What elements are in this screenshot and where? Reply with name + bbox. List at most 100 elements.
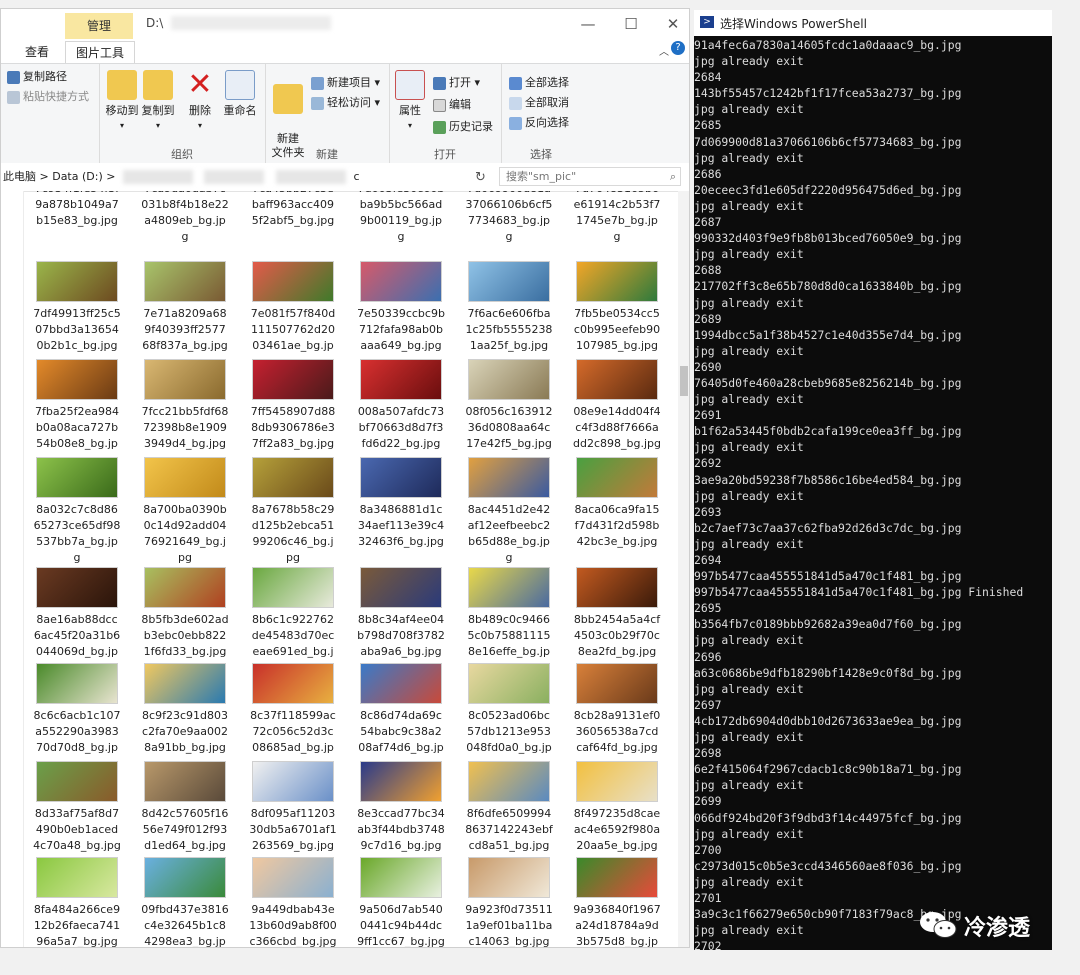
history-button[interactable]: 历史记录: [433, 118, 493, 136]
file-item[interactable]: 7fcc21bb5fdf6872398b8e19093949d4_bg.jpg: [135, 359, 235, 452]
file-item[interactable]: 9a936840f1967a24d18784a9d3b575d8_bg.jpg: [567, 857, 667, 947]
maximize-button[interactable]: ☐: [616, 13, 646, 35]
file-item[interactable]: 8c6c6acb1c107a552290a398370d70d8_bg.jpg: [27, 663, 127, 772]
file-item[interactable]: 8d42c57605f1656e749f012f93d1ed64_bg.jpg: [135, 761, 235, 854]
file-item[interactable]: 7c934f1fe54f3f9a878b1049a7b15e83_bg.jpg: [27, 191, 127, 229]
console-line: b3564fb7c0189bbb92682a39ea0d7f60_bg.jpg: [694, 617, 962, 632]
file-item[interactable]: 8ac4451d2e42af12eefbeebc2b65d88e_bg.jpg: [459, 457, 559, 566]
file-item[interactable]: 8c86d74da69c54babc9c38a208af74d6_bg.jpg: [351, 663, 451, 772]
copy-path-button[interactable]: 复制路径: [7, 68, 67, 86]
file-item[interactable]: 8b8c34af4ee04b798d708f3782aba9a6_bg.jpg: [351, 567, 451, 660]
file-item[interactable]: 8a3486881d1c34aef113e39c432463f6_bg.jpg: [351, 457, 451, 550]
open-button[interactable]: 打开 ▾: [433, 74, 480, 92]
help-icon[interactable]: ?: [671, 41, 685, 55]
file-item[interactable]: 8cb28a9131ef036056538a7cdcaf64fd_bg.jpg: [567, 663, 667, 756]
file-item[interactable]: 9a923f0d735111a9ef01ba11bac14063_bg.jpg: [459, 857, 559, 947]
file-item[interactable]: 8fa484a266ce912b26faeca74196a5a7_bg.jpg: [27, 857, 127, 947]
search-input[interactable]: 搜索"sm_pic" ⌕: [499, 167, 681, 186]
file-item[interactable]: 7e081f57f840d111507762d2003461ae_bg.jpg: [243, 261, 343, 370]
file-item[interactable]: 9a449dbab43e13b60d9ab8f00c366cbd_bg.jpg: [243, 857, 343, 947]
chevron-up-icon[interactable]: ︿: [659, 43, 669, 58]
file-name: 8a032c7c8d8665273ce65df98537bb7a_bg.jpg: [33, 503, 121, 564]
file-item[interactable]: 8a032c7c8d8665273ce65df98537bb7a_bg.jpg: [27, 457, 127, 566]
rename-button[interactable]: 重命名: [221, 70, 259, 118]
image-thumbnail: [576, 359, 658, 400]
properties-button[interactable]: 属性 ▾: [395, 70, 425, 133]
file-name: 8c9f23c91d803c2fa70e9aa0028a91bb_bg.jpg: [142, 709, 228, 754]
paste-shortcut-button[interactable]: 粘贴快捷方式: [7, 88, 89, 106]
file-item[interactable]: 7fb5be0534cc5c0b995eefeb90107985_bg.jpg: [567, 261, 667, 354]
history-label: 历史记录: [449, 120, 493, 133]
file-item[interactable]: 8c9f23c91d803c2fa70e9aa0028a91bb_bg.jpg: [135, 663, 235, 756]
edit-button[interactable]: 编辑: [433, 96, 471, 114]
file-item[interactable]: 7ca45bb27c3ebaff963acc4095f2abf5_bg.jpg: [243, 191, 343, 229]
file-item[interactable]: 8a7678b58c29d125b2ebca5199206c46_bg.jpg: [243, 457, 343, 566]
file-item[interactable]: 8f497235d8caeac4e6592f980a20aa5e_bg.jpg: [567, 761, 667, 854]
file-item[interactable]: 8b489c0c94665c0b758811158e16effe_bg.jpg: [459, 567, 559, 676]
move-to-button[interactable]: 移动到 ▾: [105, 70, 139, 133]
copy-to-button[interactable]: 复制到 ▾: [141, 70, 175, 133]
file-name: 8cb28a9131ef036056538a7cdcaf64fd_bg.jpg: [573, 709, 661, 754]
file-item[interactable]: 7f6ac6e606fba1c25fb55552381aa25f_bg.jpg: [459, 261, 559, 354]
console-output[interactable]: 91a4fec6a7830a14605fcdc1a0daaac9_bg.jpg j…: [694, 37, 1052, 950]
file-item[interactable]: 08e9e14dd04f4c4f3d88f7666add2c898_bg.jpg: [567, 359, 667, 452]
close-button[interactable]: ✕: [658, 13, 688, 35]
search-icon[interactable]: ⌕: [670, 168, 676, 185]
file-item[interactable]: 9a506d7ab5400441c94b44dc9ff1cc67_bg.jpg: [351, 857, 451, 947]
file-item[interactable]: 08f056c16391236d0808aa64c17e42f5_bg.jpg: [459, 359, 559, 452]
address-bar[interactable]: 此电脑 > Data (D:) > c ↻ 搜索"sm_pic" ⌕: [1, 163, 689, 192]
select-none-button[interactable]: 全部取消: [509, 94, 569, 112]
console-line: b1f62a53445f0bdb2cafa199ce0ea3ff_bg.jpg: [694, 424, 962, 439]
image-thumbnail: [576, 261, 658, 302]
file-item[interactable]: 8e3ccad77bc34ab3f44bdb37489c7d16_bg.jpg: [351, 761, 451, 854]
file-item[interactable]: 8f6dfe65099948637142243ebfcd8a51_bg.jpg: [459, 761, 559, 854]
refresh-icon[interactable]: ↻: [475, 170, 486, 185]
file-item[interactable]: 8aca06ca9fa15f7d431f2d598b42bc3e_bg.jpg: [567, 457, 667, 550]
file-item[interactable]: 7d76483165b6e61914c2b53f71745e7b_bg.jpg: [567, 191, 667, 245]
file-item[interactable]: 8d33af75af8d7490b0eb1aced4c70a48_bg.jpg: [27, 761, 127, 854]
breadcrumb-this-pc[interactable]: 此电脑: [3, 170, 36, 183]
file-item[interactable]: 7d003fe30c60bba9b5bc566ad9b00119_bg.jpg: [351, 191, 451, 245]
file-item[interactable]: 7d069900d81a37066106b6cf57734683_bg.jpg: [459, 191, 559, 245]
minimize-button[interactable]: —: [573, 13, 603, 35]
invert-selection-button[interactable]: 反向选择: [509, 114, 569, 132]
blurred-folder: [204, 170, 265, 184]
tab-picture-tools[interactable]: 图片工具: [65, 41, 136, 64]
image-thumbnail: [576, 663, 658, 704]
context-tab-manage[interactable]: 管理: [65, 13, 133, 39]
breadcrumb[interactable]: 此电脑 > Data (D:) > c: [3, 168, 360, 184]
file-item[interactable]: 8b6c1c922762de45483d70eceae691ed_bg.jpg: [243, 567, 343, 676]
file-item[interactable]: 7e50339ccbc9b712fafa98ab0baaa649_bg.jpg: [351, 261, 451, 354]
easy-access-label: 轻松访问: [327, 96, 371, 109]
invert-selection-icon: [509, 116, 522, 130]
vertical-scrollbar[interactable]: [678, 191, 689, 947]
breadcrumb-drive[interactable]: Data (D:): [52, 170, 103, 183]
file-item[interactable]: 7e71a8209a689f40393ff257768f837a_bg.jpg: [135, 261, 235, 354]
file-item[interactable]: 09fbd437e3816c4e32645b1c84298ea3_bg.jpg: [135, 857, 235, 947]
file-item[interactable]: 8c0523ad06bc57db1213e953048fd0a0_bg.jpg: [459, 663, 559, 772]
tab-view[interactable]: 查看: [15, 41, 59, 63]
file-item[interactable]: 7df49913ff25c507bbd3a136540b2b1c_bg.jpg: [27, 261, 127, 354]
console-line: 6e2f415064f2967cdacb1c8c90b18a71_bg.jpg: [694, 762, 962, 777]
file-item[interactable]: 8bb2454a5a4cf4503c0b29f70c8ea2fd_bg.jpg: [567, 567, 667, 660]
easy-access-button[interactable]: 轻松访问 ▾: [311, 94, 380, 112]
file-name: 008a507afdc73bf70663d8d7f3fd6d22_bg.jpg: [357, 405, 445, 450]
new-item-button[interactable]: 新建项目 ▾: [311, 74, 380, 92]
file-name: 8a700ba0390b0c14d92add0476921649_bg.jpg: [143, 503, 227, 564]
delete-button[interactable]: ✕ 删除 ▾: [185, 70, 215, 133]
file-item[interactable]: 8b5fb3de602adb3ebc0ebb8221f6fd33_bg.jpg: [135, 567, 235, 660]
file-item[interactable]: 7ff5458907d888db9306786e37ff2a83_bg.jpg: [243, 359, 343, 452]
file-item[interactable]: 8c37f118599ac72c056c52d3c08685ad_bg.jpg: [243, 663, 343, 772]
select-all-button[interactable]: 全部选择: [509, 74, 569, 92]
file-item[interactable]: 8a700ba0390b0c14d92add0476921649_bg.jpg: [135, 457, 235, 566]
file-item[interactable]: 7ca9da0dab7c031b8f4b18e22a4809eb_bg.jpg: [135, 191, 235, 245]
scrollbar-thumb[interactable]: [680, 366, 688, 396]
move-folder-icon: [107, 70, 137, 100]
file-item[interactable]: 8df095af1120330db5a6701af1263569_bg.jpg: [243, 761, 343, 854]
image-thumbnail: [252, 261, 334, 302]
file-item[interactable]: 008a507afdc73bf70663d8d7f3fd6d22_bg.jpg: [351, 359, 451, 452]
file-item[interactable]: 7fba25f2ea984b0a08aca727b54b08e8_bg.jpg: [27, 359, 127, 468]
file-item[interactable]: 8ae16ab88dcc6ac45f20a31b6044069d_bg.jpg: [27, 567, 127, 676]
console-line: jpg already exit: [694, 295, 804, 310]
navigation-pane[interactable]: [1, 191, 24, 947]
